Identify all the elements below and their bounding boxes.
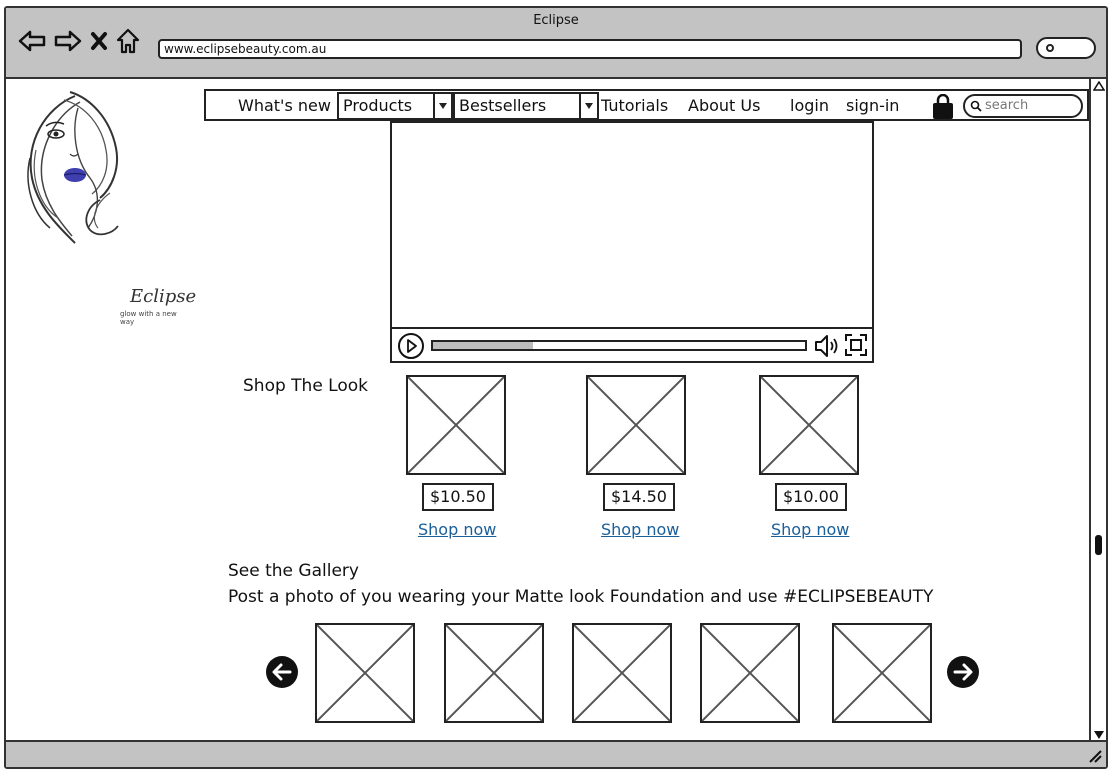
shop-now-link[interactable]: Shop now	[771, 520, 849, 539]
shopping-bag-icon[interactable]	[931, 94, 955, 120]
arrow-left-icon	[272, 663, 292, 681]
search-input[interactable]: search	[963, 94, 1083, 118]
gallery-prev-button[interactable]	[266, 656, 298, 688]
video-controls	[392, 327, 872, 361]
image-placeholder-icon	[408, 377, 504, 473]
nav-about-us[interactable]: About Us	[688, 96, 760, 115]
browser-search-button[interactable]	[1036, 37, 1096, 59]
browser-chrome: Eclipse www.eclipsebeauty.com.au	[6, 8, 1106, 79]
gallery-heading: See the Gallery	[228, 561, 359, 581]
volume-icon[interactable]	[813, 333, 841, 359]
gallery-next-button[interactable]	[947, 656, 979, 688]
arrow-right-icon	[953, 663, 973, 681]
image-placeholder-icon	[588, 377, 684, 473]
image-placeholder-icon	[317, 625, 413, 721]
gallery-image[interactable]	[700, 623, 800, 723]
video-progress-fill	[433, 342, 534, 349]
search-icon	[970, 100, 982, 112]
eclipse-logo[interactable]: Eclipse glow with a new way	[20, 88, 196, 326]
product-price: $14.50	[603, 483, 675, 511]
main-navigation: What's new Products Bestsellers Tutorial…	[204, 89, 1089, 121]
nav-bestsellers-dropdown[interactable]: Bestsellers	[453, 92, 599, 120]
gallery-image[interactable]	[572, 623, 672, 723]
nav-products-label: Products	[343, 96, 413, 115]
resize-grip-icon[interactable]	[1086, 747, 1102, 763]
nav-sign-in[interactable]: sign-in	[846, 96, 899, 115]
nav-whats-new[interactable]: What's new	[238, 96, 331, 115]
back-arrow-icon[interactable]	[18, 29, 46, 53]
chevron-down-icon	[433, 94, 451, 118]
scroll-down-icon[interactable]	[1093, 730, 1105, 740]
gallery-subheading: Post a photo of you wearing your Matte l…	[228, 587, 934, 607]
home-icon[interactable]	[116, 28, 140, 54]
stop-icon[interactable]	[90, 31, 108, 51]
image-placeholder-icon	[834, 625, 930, 721]
gallery-image[interactable]	[832, 623, 932, 723]
browser-window: Eclipse www.eclipsebeauty.com.au Eclipse…	[4, 6, 1108, 769]
search-icon	[1046, 44, 1054, 52]
image-placeholder-icon	[702, 625, 798, 721]
gallery-image[interactable]	[444, 623, 544, 723]
image-placeholder-icon	[446, 625, 542, 721]
nav-products-dropdown[interactable]: Products	[337, 92, 453, 120]
address-bar[interactable]: www.eclipsebeauty.com.au	[158, 39, 1022, 59]
product-image[interactable]	[406, 375, 506, 475]
gallery-image[interactable]	[315, 623, 415, 723]
product-image[interactable]	[586, 375, 686, 475]
video-player[interactable]	[390, 121, 874, 363]
browser-nav-buttons	[18, 28, 140, 54]
scroll-up-icon[interactable]	[1093, 81, 1105, 91]
fullscreen-icon[interactable]	[844, 333, 868, 357]
chevron-down-icon	[579, 94, 597, 118]
shop-now-link[interactable]: Shop now	[601, 520, 679, 539]
face-illustration-icon	[27, 91, 119, 244]
shop-the-look-heading: Shop The Look	[243, 376, 369, 396]
scrollbar-thumb[interactable]	[1095, 535, 1102, 555]
video-progress-bar[interactable]	[431, 340, 807, 351]
logo-tagline: glow with a new way	[120, 310, 177, 326]
vertical-scrollbar[interactable]	[1089, 79, 1105, 742]
nav-login[interactable]: login	[790, 96, 829, 115]
nav-tutorials[interactable]: Tutorials	[601, 96, 668, 115]
product-image[interactable]	[759, 375, 859, 475]
play-icon[interactable]	[397, 332, 425, 360]
image-placeholder-icon	[761, 377, 857, 473]
forward-arrow-icon[interactable]	[54, 29, 82, 53]
product-price: $10.00	[775, 483, 847, 511]
shop-now-link[interactable]: Shop now	[418, 520, 496, 539]
status-bar	[6, 740, 1106, 767]
nav-bestsellers-label: Bestsellers	[459, 96, 547, 115]
window-title: Eclipse	[533, 13, 579, 28]
logo-wordmark: Eclipse	[130, 286, 197, 307]
product-price: $10.50	[422, 483, 494, 511]
image-placeholder-icon	[574, 625, 670, 721]
